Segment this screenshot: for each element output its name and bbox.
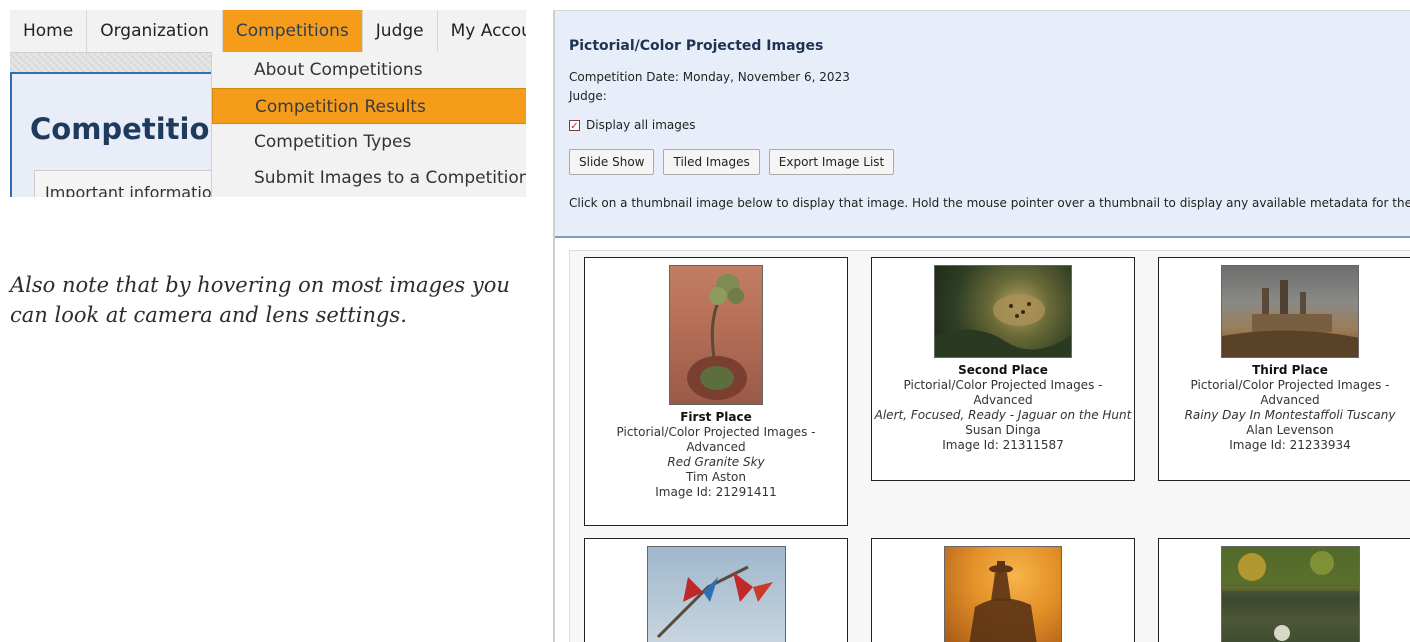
tiled-images-button[interactable]: Tiled Images [663, 149, 760, 175]
display-all-label: Display all images [586, 118, 696, 132]
competition-title: Pictorial/Color Projected Images [569, 38, 824, 54]
lake-image-icon [1221, 547, 1359, 642]
tree-image-icon [687, 274, 747, 400]
results-gallery: First Place Pictorial/Color Projected Im… [569, 250, 1410, 642]
judge-line: Judge: [569, 89, 607, 103]
thumbnail-macaws[interactable] [646, 546, 786, 642]
place-label: First Place [680, 410, 752, 424]
display-all-checkbox[interactable]: ✓ [569, 119, 580, 132]
display-all-toggle[interactable]: ✓ Display all images [569, 118, 696, 132]
result-card-4[interactable] [584, 538, 848, 642]
author-name: Susan Dinga [965, 423, 1041, 437]
menu-screenshot: Home Organization Competitions Judge My … [10, 10, 526, 197]
nav-home[interactable]: Home [10, 10, 88, 52]
thumbnail-jaguar[interactable] [934, 265, 1072, 358]
competition-header: Pictorial/Color Projected Images Competi… [555, 11, 1410, 238]
place-label: Second Place [958, 363, 1048, 377]
dropdown-competition-types[interactable]: Competition Types [212, 124, 526, 160]
horseman-image-icon [969, 561, 1037, 642]
image-title: Rainy Day In Montestaffoli Tuscany [1184, 408, 1396, 422]
competition-panel: Competition Important information [10, 72, 230, 197]
tuscany-image-icon [1222, 280, 1358, 357]
dropdown-competition-results[interactable]: Competition Results [212, 88, 526, 124]
nav-organization[interactable]: Organization [87, 10, 223, 52]
competitions-dropdown: About Competitions Competition Results C… [211, 52, 526, 197]
image-title: Alert, Focused, Ready - Jaguar on the Hu… [874, 408, 1132, 422]
important-info-box[interactable]: Important information [34, 170, 224, 197]
dropdown-about-competitions[interactable]: About Competitions [212, 52, 526, 88]
instructions-text: Click on a thumbnail image below to disp… [569, 196, 1410, 210]
macaws-image-icon [656, 565, 773, 639]
image-id: Image Id: 21233934 [1229, 438, 1351, 452]
result-card-5[interactable] [871, 538, 1135, 642]
thumbnail-tuscany[interactable] [1221, 265, 1359, 358]
nav-judge[interactable]: Judge [363, 10, 438, 52]
result-card-6[interactable] [1158, 538, 1410, 642]
author-name: Tim Aston [686, 470, 746, 484]
thumbnail-horseman[interactable] [944, 546, 1062, 642]
place-label: Third Place [1252, 363, 1328, 377]
hover-note: Also note that by hovering on most image… [10, 273, 510, 327]
nav-competitions[interactable]: Competitions [222, 10, 363, 52]
nav-my-account[interactable]: My Account [438, 10, 526, 52]
results-screenshot: Pictorial/Color Projected Images Competi… [553, 10, 1410, 642]
main-nav: Home Organization Competitions Judge My … [10, 10, 526, 53]
category-label: Pictorial/Color Projected Images - Advan… [903, 378, 1103, 407]
category-label: Pictorial/Color Projected Images - Advan… [1190, 378, 1390, 407]
view-buttons: Slide Show Tiled Images Export Image Lis… [569, 149, 895, 175]
thumbnail-red-granite-sky[interactable] [669, 265, 763, 405]
thumbnail-lake[interactable] [1220, 546, 1360, 642]
competition-date: Competition Date: Monday, November 6, 20… [569, 70, 850, 84]
category-label: Pictorial/Color Projected Images - Advan… [616, 425, 816, 454]
page-heading: Competition [30, 112, 231, 146]
image-id: Image Id: 21311587 [942, 438, 1064, 452]
dropdown-submit-images[interactable]: Submit Images to a Competition [212, 160, 526, 196]
export-image-list-button[interactable]: Export Image List [768, 149, 895, 175]
result-card-first[interactable]: First Place Pictorial/Color Projected Im… [584, 257, 848, 526]
image-id: Image Id: 21291411 [655, 485, 777, 499]
slide-show-button[interactable]: Slide Show [569, 149, 655, 175]
jaguar-image-icon [935, 294, 1071, 357]
image-title: Red Granite Sky [667, 455, 765, 469]
result-card-third[interactable]: Third Place Pictorial/Color Projected Im… [1158, 257, 1410, 481]
result-card-second[interactable]: Second Place Pictorial/Color Projected I… [871, 257, 1135, 481]
author-name: Alan Levenson [1246, 423, 1334, 437]
